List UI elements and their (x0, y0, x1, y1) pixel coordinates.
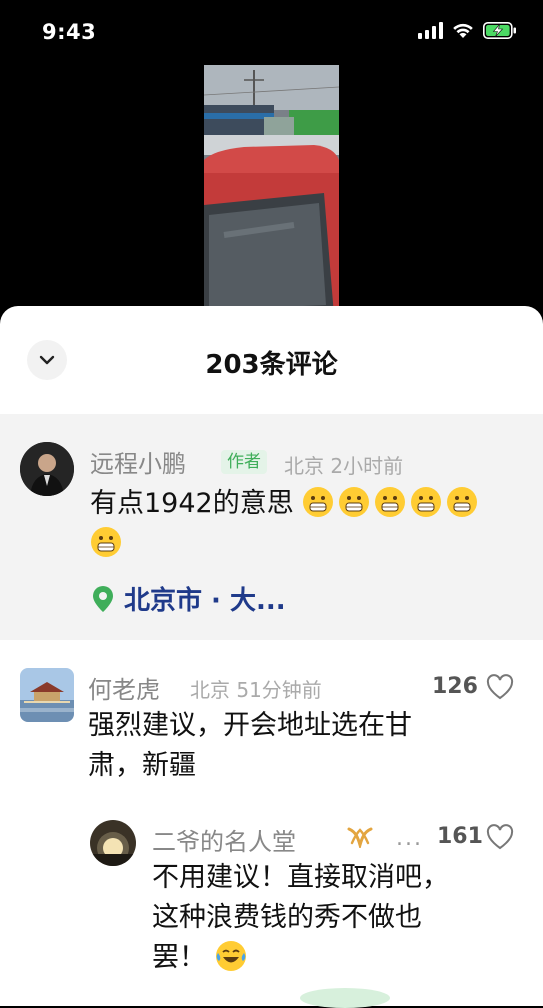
sunset-avatar-image (90, 820, 136, 866)
grinning-emoji-icon (375, 487, 406, 517)
comments-sheet: 203条评论 远程小鹏 作者 北京 2小时前 有点1942的意思 北京市 · 大… (0, 306, 543, 1006)
location-link[interactable]: 北京市 · 大... (92, 580, 286, 617)
location-pin-icon (93, 585, 113, 612)
wifi-icon (453, 23, 473, 38)
comment-meta: 北京 2小时前 (284, 454, 404, 478)
comment-text-line: 肃，新疆 (88, 750, 196, 781)
like-heart-icon[interactable] (486, 674, 514, 700)
comment-text: 强烈建议，开会地址选在甘 肃，新疆 (88, 706, 528, 786)
like-count: 126 (432, 674, 478, 699)
grinning-emoji-icon (91, 527, 121, 557)
pinned-comment[interactable]: 远程小鹏 作者 北京 2小时前 有点1942的意思 北京市 · 大... (0, 414, 543, 640)
avatar[interactable] (20, 442, 74, 496)
comment-count-title: 203条评论 (205, 350, 338, 380)
comment-text: 有点1942的意思 (90, 484, 530, 564)
palace-avatar-image (20, 668, 74, 722)
author-avatar-image (20, 442, 74, 496)
sheet-header: 203条评论 (0, 306, 543, 414)
comment-text-line: 不用建议！直接取消吧， (152, 862, 449, 893)
video-frame-image (204, 65, 339, 315)
comment-text-line: 有点1942的意思 (90, 488, 294, 519)
status-icons (418, 22, 517, 39)
like-heart-icon[interactable] (486, 824, 514, 850)
avatar[interactable] (20, 668, 74, 722)
grinning-emoji-icon (303, 487, 334, 517)
comment-text-line-with-emoji: 罢！ (152, 938, 532, 978)
grinning-emoji-icon (411, 487, 442, 517)
grinning-emoji-icon (339, 487, 370, 517)
gold-badge-icon (347, 827, 373, 848)
avatar[interactable] (90, 820, 136, 866)
more-options-dots[interactable]: ... (396, 826, 423, 851)
comment-text: 不用建议！直接取消吧， 这种浪费钱的秀不做也 罢！ (152, 858, 532, 978)
comment-text-line: 这种浪费钱的秀不做也 (152, 902, 422, 933)
status-bar: 9:43 (0, 0, 543, 64)
video-preview[interactable] (204, 65, 339, 315)
like-count: 161 (437, 824, 483, 849)
location-text: 北京市 · 大... (124, 586, 286, 616)
status-time: 9:43 (42, 20, 97, 44)
comment-text-line: 罢！ (152, 942, 206, 973)
cellular-signal-icon (418, 22, 443, 39)
comment-meta: 北京 51分钟前 (190, 678, 322, 702)
bottom-partial-element (300, 988, 390, 1008)
battery-charging-icon (483, 22, 516, 39)
comment-username[interactable]: 何老虎 (88, 670, 160, 705)
comment-username[interactable]: 远程小鹏 (90, 444, 186, 479)
comment-username[interactable]: 二爷的名人堂 (152, 822, 296, 857)
author-badge: 作者 (221, 450, 267, 474)
grinning-emoji-icon (447, 487, 478, 517)
crying-laughing-emoji-icon (215, 941, 246, 971)
comment-text-line: 强烈建议，开会地址选在甘 (88, 710, 412, 741)
